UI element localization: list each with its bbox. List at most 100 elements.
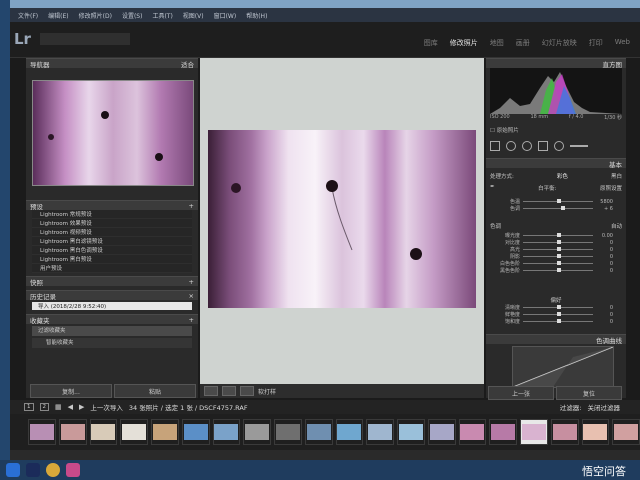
slider-track[interactable] (523, 319, 593, 323)
photoshop-icon[interactable] (26, 463, 40, 477)
slider-row[interactable]: 曝光度 0.00 (490, 232, 622, 240)
forward-arrow-icon[interactable]: ▶ (79, 403, 84, 411)
browser-icon[interactable] (46, 463, 60, 477)
slider-value[interactable]: 0 (593, 319, 613, 325)
slider-knob[interactable] (557, 268, 561, 272)
treatment-color[interactable]: 彩色 (557, 172, 568, 180)
presets-header[interactable]: 预设 + (26, 200, 198, 211)
filmstrip-thumbnail[interactable] (243, 419, 271, 445)
slider-track[interactable] (523, 261, 593, 265)
grid-icon[interactable]: ▦ (55, 403, 62, 411)
menu-develop[interactable]: 修改照片(D) (79, 11, 112, 20)
slider-row[interactable]: 白色色阶 0 (490, 260, 622, 268)
preset-item[interactable]: Lightroom 效果预设 (32, 219, 192, 228)
slider-row[interactable]: 饱和度 0 (490, 318, 622, 326)
page-2-button[interactable]: 2 (39, 403, 49, 411)
module-web[interactable]: Web (615, 38, 630, 48)
filmstrip-thumbnail[interactable] (458, 419, 487, 445)
slider-row[interactable]: 色温 5800 (490, 198, 622, 206)
navigator-preview[interactable] (32, 80, 194, 186)
treatment-bw[interactable]: 黑白 (611, 172, 622, 180)
slider-row[interactable]: 阴影 0 (490, 253, 622, 261)
brush-icon[interactable] (570, 145, 588, 147)
loupe-view-icon[interactable] (204, 386, 218, 396)
filmstrip-thumbnail[interactable] (58, 419, 87, 445)
filmstrip-thumbnail[interactable] (366, 419, 394, 445)
previous-button[interactable]: 上一张 (488, 386, 554, 400)
slider-row[interactable]: 高光 0 (490, 246, 622, 254)
slider-knob[interactable] (557, 261, 561, 265)
add-collection-icon[interactable]: + (189, 316, 194, 324)
filmstrip-thumbnail[interactable] (397, 419, 425, 445)
collections-header[interactable]: 收藏夹 + (26, 314, 198, 325)
slider-value[interactable]: 5800 (593, 199, 613, 205)
slider-knob[interactable] (557, 240, 561, 244)
slider-knob[interactable] (557, 305, 561, 309)
snapshots-header[interactable]: 快照 + (26, 276, 198, 287)
start-icon[interactable] (6, 463, 20, 477)
preset-item[interactable]: Lightroom 黑白滤镜预设 (32, 237, 192, 246)
softproof-toggle[interactable]: 软打样 (258, 387, 276, 396)
slider-value[interactable]: 0 (593, 312, 613, 318)
slider-knob[interactable] (557, 312, 561, 316)
module-develop[interactable]: 修改照片 (450, 38, 478, 48)
slider-knob[interactable] (557, 199, 561, 203)
slider-value[interactable]: 0 (593, 268, 613, 274)
filmstrip-thumbnail[interactable] (120, 419, 148, 445)
slider-knob[interactable] (561, 206, 565, 210)
slider-track[interactable] (523, 199, 593, 203)
slider-value[interactable]: 0 (593, 261, 613, 267)
slider-row[interactable]: 鲜艳度 0 (490, 311, 622, 319)
menu-help[interactable]: 帮助(H) (246, 11, 267, 20)
filmstrip-thumbnail[interactable] (28, 419, 56, 445)
preset-item[interactable]: Lightroom 黑白色调预设 (32, 246, 192, 255)
preset-item[interactable]: 用户预设 (32, 264, 192, 273)
collection-item[interactable]: 过滤收藏夹 (32, 326, 192, 336)
collection-item[interactable]: 智能收藏夹 (32, 338, 192, 348)
slider-track[interactable] (523, 305, 593, 309)
red-eye-icon[interactable] (522, 141, 532, 151)
menu-tools[interactable]: 工具(T) (152, 11, 172, 20)
navigator-fit[interactable]: 适合 (181, 59, 194, 69)
filmstrip-source[interactable]: 上一次导入 (90, 402, 123, 412)
slider-track[interactable] (523, 268, 593, 272)
filmstrip-thumbnail[interactable] (489, 419, 517, 445)
menu-file[interactable]: 文件(F) (18, 11, 38, 20)
back-arrow-icon[interactable]: ◀ (68, 403, 73, 411)
module-slideshow[interactable]: 幻灯片放映 (542, 38, 577, 48)
slider-value[interactable]: 0 (593, 254, 613, 260)
spot-removal-icon[interactable] (506, 141, 516, 151)
tone-curve-graph[interactable] (512, 346, 614, 388)
slider-track[interactable] (523, 247, 593, 251)
slider-value[interactable]: 0 (593, 240, 613, 246)
preset-item[interactable]: Lightroom 黑白预设 (32, 255, 192, 264)
filmstrip-thumbnail[interactable] (212, 419, 241, 445)
copy-button[interactable]: 复制... (30, 384, 112, 398)
slider-knob[interactable] (557, 254, 561, 258)
filmstrip-thumbnail[interactable] (181, 419, 210, 445)
history-item[interactable]: 导入 (2018/2/28 9:52:40) (32, 302, 192, 310)
histogram-header[interactable]: 直方图 (486, 58, 626, 69)
filmstrip-thumbnail[interactable] (335, 419, 364, 445)
filmstrip-thumbnail[interactable] (274, 419, 302, 445)
slider-knob[interactable] (557, 233, 561, 237)
slider-value[interactable]: 0 (593, 247, 613, 253)
slider-row[interactable]: 对比度 0 (490, 239, 622, 247)
slider-knob[interactable] (557, 319, 561, 323)
slider-knob[interactable] (557, 247, 561, 251)
filter-dropdown[interactable]: 关闭过滤器 (588, 402, 621, 412)
filmstrip-thumbnail[interactable] (520, 419, 548, 445)
slider-row[interactable]: 清晰度 0 (490, 304, 622, 312)
basic-header[interactable]: 基本 (486, 158, 626, 169)
clear-history-icon[interactable]: × (189, 292, 194, 300)
eyedropper-icon[interactable]: ✒ (490, 184, 495, 192)
slider-track[interactable] (523, 240, 593, 244)
app-icon[interactable] (66, 463, 80, 477)
radial-filter-icon[interactable] (554, 141, 564, 151)
slider-row[interactable]: 色调 + 6 (490, 205, 622, 213)
filmstrip-thumbnail[interactable] (304, 419, 333, 445)
compare-icon[interactable] (240, 386, 254, 396)
before-after-icon[interactable] (222, 386, 236, 396)
module-book[interactable]: 画册 (516, 38, 530, 48)
filmstrip-thumbnail[interactable] (581, 419, 610, 445)
